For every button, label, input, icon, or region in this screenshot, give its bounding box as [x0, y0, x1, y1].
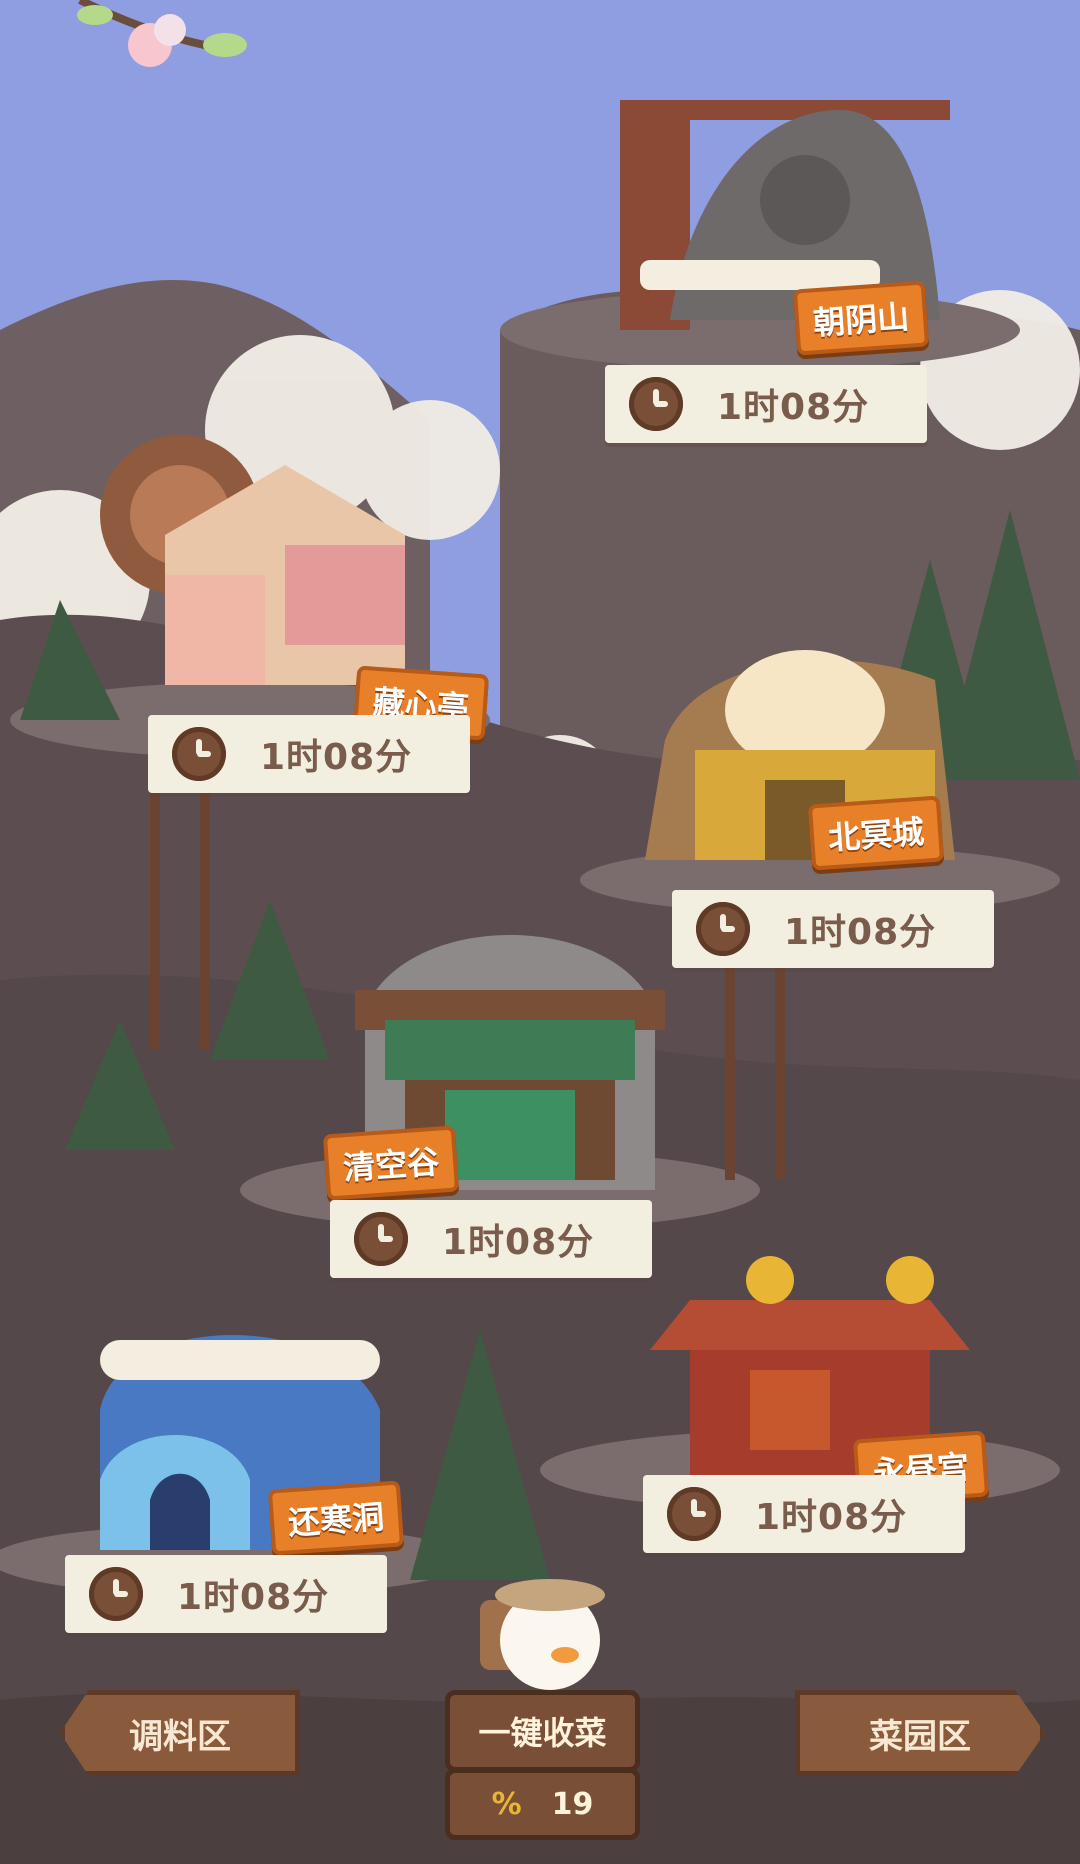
clock-icon [172, 727, 226, 781]
location-timer-cangxinting: 1时08分 [148, 715, 470, 793]
counter-value: 19 [551, 1786, 594, 1822]
clock-icon [696, 902, 750, 956]
location-tag-huanhandong: 还寒洞 [267, 1480, 405, 1556]
location-timer-huanhandong: 1时08分 [65, 1555, 387, 1633]
location-timer-beimingcheng: 1时08分 [672, 890, 994, 968]
nav-left-label: 调料区 [129, 1716, 231, 1757]
location-tag-chaoyinshan: 朝阴山 [792, 280, 930, 356]
nav-left-seasoning-button[interactable]: 调料区 [60, 1690, 300, 1776]
discount-icon: % [491, 1786, 522, 1822]
clock-icon [354, 1212, 408, 1266]
clock-icon [89, 1567, 143, 1621]
location-tag-qingkonggu: 清空谷 [322, 1125, 460, 1201]
harvest-all-label: 一键收菜 [478, 1714, 607, 1752]
duck-mascot-icon [470, 1560, 610, 1700]
nav-right-label: 菜园区 [869, 1716, 971, 1757]
location-timer-qingkonggu: 1时08分 [330, 1200, 652, 1278]
location-timer-chaoyinshan: 1时08分 [605, 365, 927, 443]
location-tag-beimingcheng: 北冥城 [807, 795, 945, 871]
clock-icon [629, 377, 683, 431]
location-timer-yongzhougong: 1时08分 [643, 1475, 965, 1553]
discount-counter-button[interactable]: % 19 [445, 1768, 640, 1840]
nav-right-garden-button[interactable]: 菜园区 [795, 1690, 1045, 1776]
harvest-all-button[interactable]: 一键收菜 [445, 1690, 640, 1772]
clock-icon [667, 1487, 721, 1541]
